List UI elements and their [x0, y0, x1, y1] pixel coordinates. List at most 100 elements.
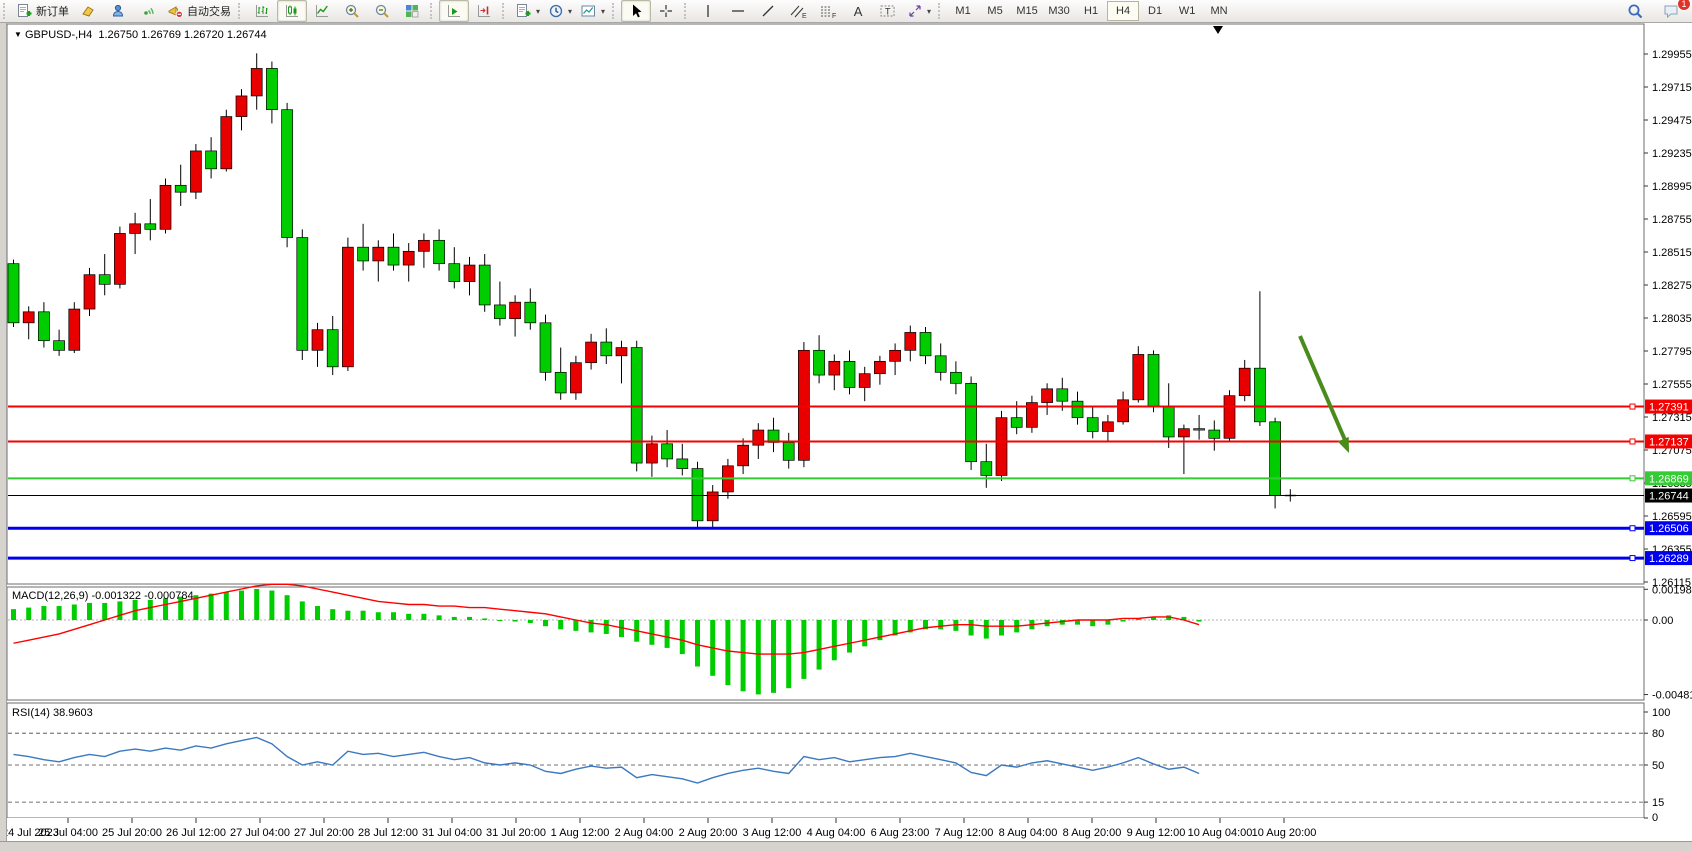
zoom-out-button[interactable]: [367, 0, 397, 22]
toolbar-grip[interactable]: [938, 3, 943, 19]
time-tick-label: 3 Aug 12:00: [743, 827, 802, 839]
zoom-out-icon: [374, 3, 390, 19]
rsi-tick-label: 0: [1652, 812, 1658, 824]
crosshair-button[interactable]: [651, 0, 681, 22]
quotes-button[interactable]: [73, 0, 103, 22]
candle-body: [859, 374, 870, 388]
price-tick-label: 1.27795: [1652, 346, 1692, 358]
chart-ohlc: 1.26750 1.26769 1.26720 1.26744: [98, 29, 266, 41]
cursor-button[interactable]: [621, 0, 651, 22]
label-button[interactable]: T: [873, 0, 903, 22]
candle-body: [297, 238, 308, 351]
time-tick-label: 8 Aug 20:00: [1063, 827, 1122, 839]
new-order-button[interactable]: 新订单: [12, 0, 73, 22]
toolbar-grip[interactable]: [684, 3, 689, 19]
timeframe-button-m5[interactable]: M5: [979, 1, 1011, 21]
arrows-button[interactable]: ▾: [903, 0, 935, 22]
tile-windows-icon: [404, 3, 420, 19]
candle-body: [206, 151, 217, 169]
candle-body: [145, 224, 156, 230]
time-tick-label: 10 Aug 20:00: [1252, 827, 1317, 839]
chart-shift-button[interactable]: [469, 0, 499, 22]
toolbar-grip[interactable]: [3, 3, 8, 19]
toolbar-grip[interactable]: [502, 3, 507, 19]
price-badge-label: 1.26506: [1649, 523, 1689, 535]
candle-body: [236, 96, 247, 117]
macd-bar: [604, 620, 609, 634]
macd-tick-label: -0.00481: [1652, 690, 1692, 702]
toolbar-grip[interactable]: [238, 3, 243, 19]
trendline-icon: [760, 3, 776, 19]
vertical-line-button[interactable]: [693, 0, 723, 22]
price-tick-label: 1.28275: [1652, 280, 1692, 292]
timeframe-button-h1[interactable]: H1: [1075, 1, 1107, 21]
macd-bar: [513, 620, 518, 622]
timeframe-button-m15[interactable]: M15: [1011, 1, 1043, 21]
zoom-in-button[interactable]: [337, 0, 367, 22]
macd-bar: [558, 620, 563, 629]
text-icon: A: [854, 5, 863, 18]
search-button[interactable]: [1620, 0, 1650, 22]
time-tick-label: 26 Jul 12:00: [166, 827, 226, 839]
candle-body: [510, 302, 521, 319]
text-button[interactable]: A: [843, 0, 873, 22]
trendline-button[interactable]: [753, 0, 783, 22]
chart-shift-icon: [476, 3, 492, 19]
candle-body: [1178, 429, 1189, 437]
candle-body: [1011, 418, 1022, 428]
timeframe-button-h4[interactable]: H4: [1107, 1, 1139, 21]
macd-indicator-label: MACD(12,26,9) -0.001322 -0.000784: [12, 590, 194, 602]
macd-bar: [254, 589, 259, 620]
candle-body: [342, 247, 353, 367]
zoom-in-icon: [344, 3, 360, 19]
tile-windows-button[interactable]: [397, 0, 427, 22]
macd-bar: [1090, 620, 1095, 626]
signals-button[interactable]: [133, 0, 163, 22]
bar-chart-button[interactable]: [247, 0, 277, 22]
community-button[interactable]: [103, 0, 133, 22]
timeframe-button-m1[interactable]: M1: [947, 1, 979, 21]
indicators-button[interactable]: ▾: [511, 0, 544, 22]
candle-body: [1239, 368, 1250, 396]
line-chart-button[interactable]: [307, 0, 337, 22]
horizontal-line-button[interactable]: [723, 0, 753, 22]
time-tick-label: 1 Aug 12:00: [551, 827, 610, 839]
rsi-tick-label: 100: [1652, 707, 1670, 719]
channel-button[interactable]: E: [783, 0, 813, 22]
candle-body: [707, 492, 718, 521]
candle-body: [1133, 354, 1144, 399]
macd-tick-label: 0.001981: [1652, 584, 1692, 596]
candle-body: [874, 361, 885, 373]
timeframe-button-m30[interactable]: M30: [1043, 1, 1075, 21]
templates-button[interactable]: ▾: [576, 0, 609, 22]
notifications-button[interactable]: 1: [1656, 0, 1686, 22]
timeframe-button-d1[interactable]: D1: [1139, 1, 1171, 21]
autotrading-button[interactable]: 自动交易: [163, 0, 235, 22]
chart-canvas[interactable]: 1.299551.297151.294751.292351.289951.287…: [0, 0, 1692, 851]
timeframe-button-w1[interactable]: W1: [1171, 1, 1203, 21]
candle-body: [1102, 422, 1113, 432]
macd-bar: [817, 620, 822, 670]
auto-scroll-button[interactable]: [439, 0, 469, 22]
indicators-icon: [515, 3, 532, 19]
candlestick-button[interactable]: [277, 0, 307, 22]
time-tick-label: 8 Aug 04:00: [999, 827, 1058, 839]
search-icon: [1627, 3, 1644, 20]
symbol-dropdown-icon[interactable]: ▼: [14, 30, 22, 39]
candle-body: [692, 469, 703, 521]
candlestick-icon: [284, 3, 300, 19]
macd-bar: [862, 620, 867, 646]
candle-body: [282, 110, 293, 238]
candle-body: [677, 459, 688, 469]
timeframe-button-mn[interactable]: MN: [1203, 1, 1235, 21]
chart-title: ▼ GBPUSD-,H4 1.26750 1.26769 1.26720 1.2…: [14, 29, 267, 41]
periods-button[interactable]: ▾: [544, 0, 576, 22]
candle-body: [1087, 418, 1098, 432]
toolbar-grip[interactable]: [612, 3, 617, 19]
toolbar-grip[interactable]: [430, 3, 435, 19]
chevron-down-icon: ▾: [927, 7, 931, 16]
price-tick-label: 1.29235: [1652, 148, 1692, 160]
price-tick-label: 1.29955: [1652, 49, 1692, 61]
candle-body: [798, 350, 809, 460]
fibonacci-button[interactable]: F: [813, 0, 843, 22]
